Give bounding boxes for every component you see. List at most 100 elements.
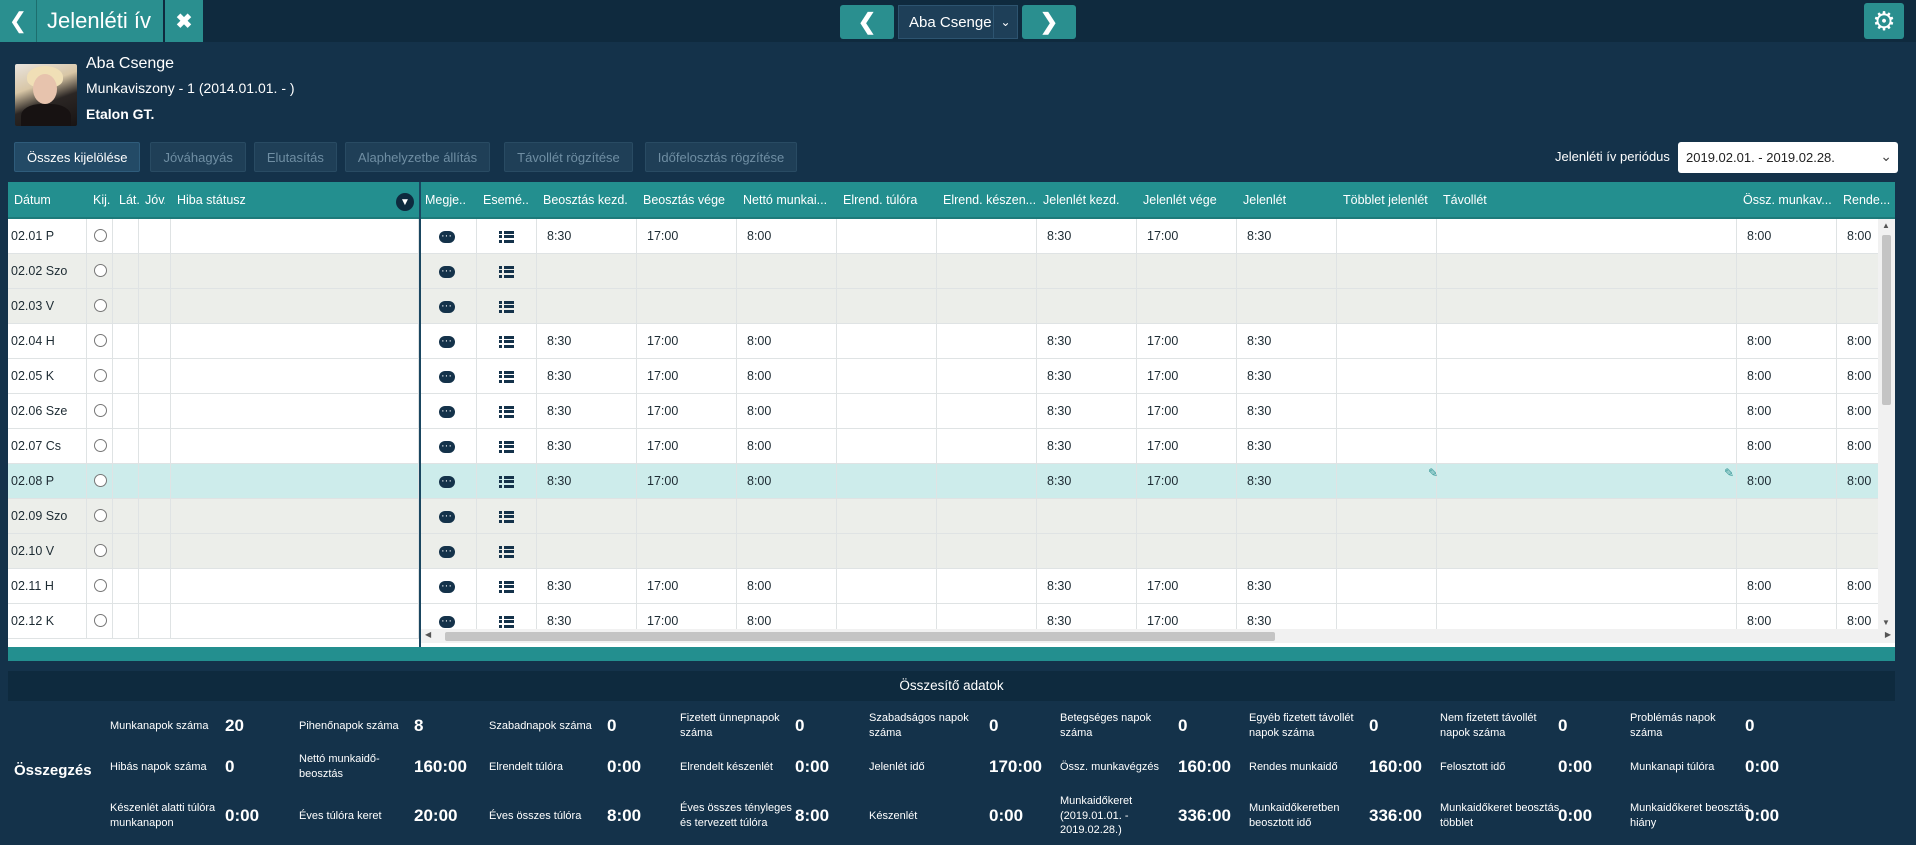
row-select-radio[interactable]: [94, 369, 107, 383]
summary-item-value: 0:00: [225, 806, 260, 825]
filter-icon[interactable]: ▼: [396, 193, 414, 211]
column-header-absence[interactable]: Távollét: [1437, 182, 1737, 219]
vertical-scrollbar[interactable]: ▲ ▼: [1878, 219, 1895, 629]
list-icon[interactable]: [499, 440, 514, 453]
table-row[interactable]: 02.11 H8:3017:008:008:3017:008:308:008:0…: [8, 569, 1878, 604]
column-header-approved[interactable]: Jóv.: [139, 182, 165, 219]
comment-icon[interactable]: [439, 219, 455, 254]
row-select-radio[interactable]: [94, 299, 107, 313]
list-icon[interactable]: [499, 475, 514, 488]
comment-icon[interactable]: [439, 464, 455, 499]
table-row[interactable]: 02.04 H8:3017:008:008:3017:008:308:008:0…: [8, 324, 1878, 359]
column-header-ordered-standby[interactable]: Elrend. készen...: [937, 182, 1037, 219]
column-header-extra-attendance[interactable]: Többlet jelenlét: [1337, 182, 1437, 219]
scroll-left-icon[interactable]: ◀: [425, 630, 431, 639]
comment-icon[interactable]: [439, 604, 455, 639]
list-icon[interactable]: [499, 510, 514, 523]
comment-icon[interactable]: [439, 394, 455, 429]
row-select-radio[interactable]: [94, 544, 107, 558]
record-absence-button[interactable]: Távollét rögzítése: [504, 142, 633, 172]
row-select-radio[interactable]: [94, 579, 107, 593]
list-icon[interactable]: [499, 615, 514, 628]
table-row[interactable]: 02.01 P8:3017:008:008:3017:008:308:008:0…: [8, 219, 1878, 254]
cell-tav: [1437, 324, 1737, 359]
list-icon[interactable]: [499, 580, 514, 593]
column-header-error-status[interactable]: Hiba státusz: [171, 182, 371, 219]
list-icon[interactable]: [499, 405, 514, 418]
column-header-notes[interactable]: Megje...: [419, 182, 467, 219]
horizontal-scrollbar[interactable]: ◀ ▶: [421, 629, 1895, 643]
cell-jov: [139, 359, 171, 394]
comment-icon[interactable]: [439, 569, 455, 604]
table-row[interactable]: 02.03 V: [8, 289, 1878, 324]
summary-item-label: Hibás napok száma: [110, 760, 207, 773]
row-select-radio[interactable]: [94, 264, 107, 278]
comment-icon[interactable]: [439, 254, 455, 289]
comment-icon[interactable]: [439, 359, 455, 394]
comment-icon[interactable]: [439, 534, 455, 569]
column-header-regular[interactable]: Rende...: [1837, 182, 1895, 219]
cell-tobb: [1337, 254, 1437, 289]
table-row[interactable]: 02.02 Szo: [8, 254, 1878, 289]
row-select-radio[interactable]: [94, 404, 107, 418]
comment-icon[interactable]: [439, 499, 455, 534]
column-header-schedule-end[interactable]: Beosztás vége: [637, 182, 737, 219]
previous-person-button[interactable]: ❮: [840, 5, 894, 39]
vertical-scroll-thumb[interactable]: [1882, 235, 1891, 405]
person-select[interactable]: Aba Csenge ⌄: [898, 5, 1018, 39]
column-header-total-work[interactable]: Össz. munkav...: [1737, 182, 1837, 219]
select-all-button[interactable]: Összes kijelölése: [14, 142, 141, 172]
edit-pencil-icon[interactable]: ✎: [1428, 466, 1438, 480]
list-icon[interactable]: [499, 370, 514, 383]
table-row[interactable]: 02.10 V: [8, 534, 1878, 569]
summary-item-value: 0:00: [989, 806, 1024, 825]
list-icon[interactable]: [499, 335, 514, 348]
list-icon[interactable]: [499, 265, 514, 278]
horizontal-scroll-thumb[interactable]: [445, 632, 1275, 641]
row-select-radio[interactable]: [94, 439, 107, 453]
approve-button[interactable]: Jóváhagyás: [150, 142, 246, 172]
reject-button[interactable]: Elutasítás: [253, 142, 337, 172]
comment-icon[interactable]: [439, 429, 455, 464]
row-select-radio[interactable]: [94, 334, 107, 348]
row-select-radio[interactable]: [94, 229, 107, 243]
row-select-radio[interactable]: [94, 614, 107, 628]
close-button[interactable]: ✖: [164, 0, 203, 42]
summary-item-label: Pihenőnapok száma: [299, 719, 399, 732]
record-time-allocation-button[interactable]: Időfelosztás rögzítése: [644, 142, 798, 172]
table-row[interactable]: 02.07 Cs8:3017:008:008:3017:008:308:008:…: [8, 429, 1878, 464]
column-header-attendance[interactable]: Jelenlét: [1237, 182, 1337, 219]
row-select-radio[interactable]: [94, 509, 107, 523]
column-header-viewed[interactable]: Lát.: [113, 182, 139, 219]
comment-icon[interactable]: [439, 289, 455, 324]
scroll-down-icon[interactable]: ▼: [1882, 618, 1890, 627]
next-person-button[interactable]: ❯: [1022, 5, 1076, 39]
table-row[interactable]: 02.05 K8:3017:008:008:3017:008:308:008:0…: [8, 359, 1878, 394]
edit-pencil-icon[interactable]: ✎: [1724, 466, 1734, 480]
settings-button[interactable]: ⚙: [1864, 3, 1904, 39]
table-row[interactable]: 02.09 Szo: [8, 499, 1878, 534]
column-header-ordered-overtime[interactable]: Elrend. túlóra: [837, 182, 937, 219]
period-select[interactable]: 2019.02.01. - 2019.02.28. ⌄: [1678, 142, 1898, 173]
list-icon[interactable]: [499, 545, 514, 558]
chevron-down-icon[interactable]: ⌄: [993, 6, 1017, 38]
back-button[interactable]: ❮: [0, 0, 36, 42]
cell-ekesz: [937, 254, 1037, 289]
column-header-select[interactable]: Kij.: [87, 182, 113, 219]
column-header-date[interactable]: Dátum: [8, 182, 68, 219]
reset-button[interactable]: Alaphelyzetbe állítás: [344, 142, 491, 172]
table-row[interactable]: 02.08 P8:3017:008:008:3017:008:308:008:0…: [8, 464, 1878, 499]
column-header-attendance-end[interactable]: Jelenlét vége: [1137, 182, 1237, 219]
list-icon[interactable]: [499, 300, 514, 313]
list-icon[interactable]: [499, 230, 514, 243]
column-header-attendance-start[interactable]: Jelenlét kezd.: [1037, 182, 1137, 219]
scroll-right-icon[interactable]: ▶: [1885, 630, 1891, 639]
scroll-up-icon[interactable]: ▲: [1882, 221, 1890, 230]
row-select-radio[interactable]: [94, 474, 107, 488]
column-header-schedule-start[interactable]: Beosztás kezd.: [537, 182, 637, 219]
cell-tobb: [1337, 429, 1437, 464]
column-header-events[interactable]: Esemé...: [477, 182, 529, 219]
column-header-net-work[interactable]: Nettó munkai...: [737, 182, 837, 219]
table-row[interactable]: 02.06 Sze8:3017:008:008:3017:008:308:008…: [8, 394, 1878, 429]
comment-icon[interactable]: [439, 324, 455, 359]
